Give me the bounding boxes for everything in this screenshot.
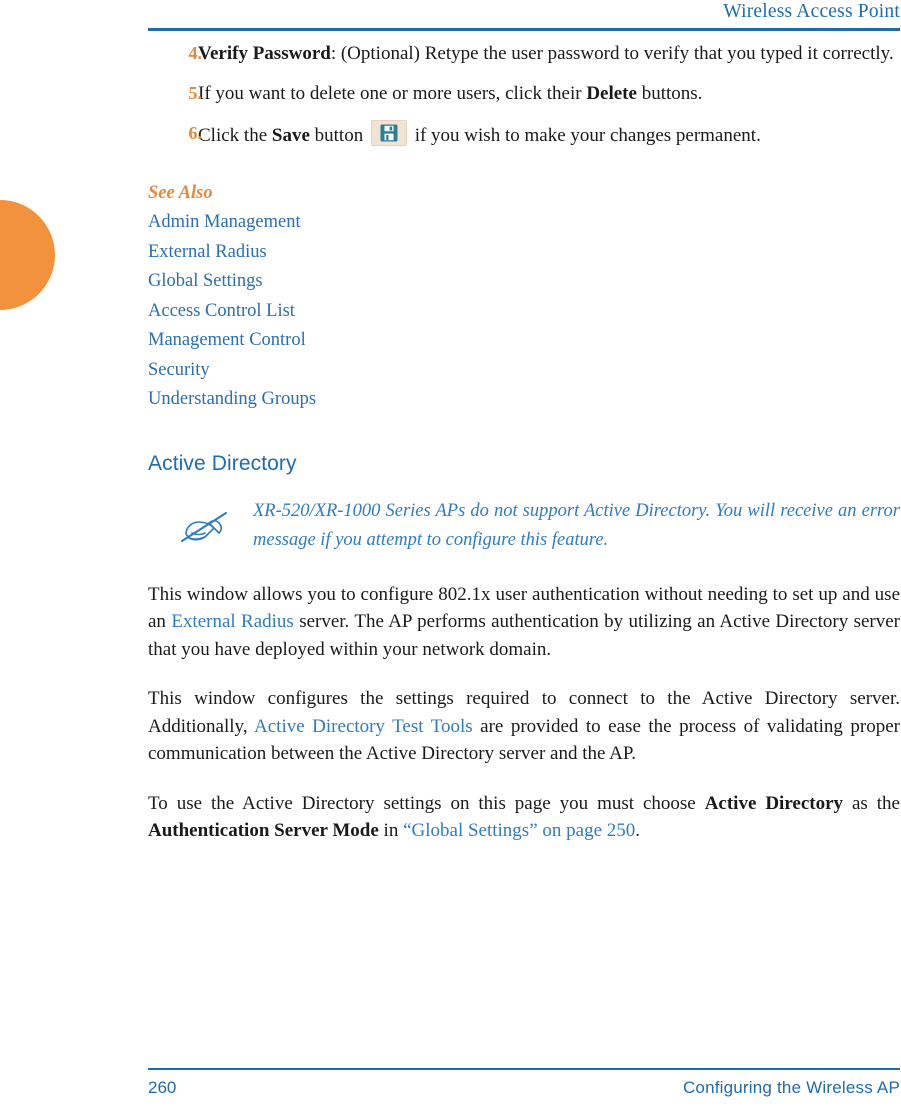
save-floppy-icon <box>370 120 407 146</box>
step-text: Verify Password: (Optional) Retype the u… <box>198 43 894 64</box>
see-also-link-list: Admin Management External Radius Global … <box>148 208 900 415</box>
step-number: 6. <box>188 123 203 143</box>
edge-thumb-tab <box>0 200 55 310</box>
see-also-link-external-radius[interactable]: External Radius <box>148 238 900 268</box>
inline-link-external-radius[interactable]: External Radius <box>171 611 294 632</box>
see-also-link-access-control-list[interactable]: Access Control List <box>148 297 900 327</box>
note-pen-crossed-out-icon <box>176 503 232 549</box>
step-text-after: if you wish to make your changes permane… <box>409 125 761 146</box>
paragraph-text: . <box>635 820 641 841</box>
footer-page-number: 260 <box>148 1078 177 1097</box>
inline-link-active-directory-test-tools[interactable]: Active Directory Test Tools <box>254 716 473 737</box>
see-also-link-security[interactable]: Security <box>148 356 900 386</box>
footer-section-title: Configuring the Wireless AP <box>682 1078 900 1097</box>
paragraph-test-tools: This window configures the settings requ… <box>148 685 900 768</box>
step-text: Click the Save button if you wish to mak… <box>198 120 761 146</box>
paragraph-auth-server-mode: To use the Active Directory settings on … <box>148 790 900 845</box>
note-callout: XR-520/XR-1000 Series APs do not support… <box>148 497 900 555</box>
step-text-before: If you want to delete one or more users,… <box>198 83 587 104</box>
paragraph-text: in <box>378 820 404 841</box>
running-header-title: Wireless Access Point <box>723 1 900 22</box>
procedure-step-list: 4. Verify Password: (Optional) Retype th… <box>148 40 900 149</box>
step-number: 4. <box>188 43 203 63</box>
section-heading-active-directory: Active Directory <box>148 451 297 475</box>
delete-button-term: Delete <box>586 83 637 104</box>
paragraph-overview: This window allows you to configure 802.… <box>148 581 900 664</box>
header-rule <box>148 28 900 31</box>
term-authentication-server-mode: Authentication Server Mode <box>148 820 379 841</box>
page-footer: 260 Configuring the Wireless AP <box>148 1068 900 1100</box>
see-also-link-management-control[interactable]: Management Control <box>148 326 900 356</box>
step-text-mid: button <box>309 125 368 146</box>
see-also-heading: See Also <box>148 183 213 203</box>
footer-rule <box>148 1068 900 1070</box>
step-lead-term: Verify Password <box>198 43 331 64</box>
see-also-block: See Also Admin Management External Radiu… <box>148 181 900 415</box>
list-item: 5. If you want to delete one or more use… <box>148 80 900 107</box>
note-text: XR-520/XR-1000 Series APs do not support… <box>253 500 900 550</box>
step-text-before: Click the <box>198 125 272 146</box>
page-header: Wireless Access Point <box>148 0 900 31</box>
see-also-link-global-settings[interactable]: Global Settings <box>148 267 900 297</box>
page-content: 4. Verify Password: (Optional) Retype th… <box>148 40 900 845</box>
step-body-text: : (Optional) Retype the user password to… <box>330 43 894 64</box>
step-text-after: buttons. <box>636 83 703 104</box>
list-item: 4. Verify Password: (Optional) Retype th… <box>148 40 900 67</box>
step-number: 5. <box>188 83 203 103</box>
step-text: If you want to delete one or more users,… <box>198 83 702 104</box>
paragraph-text: as the <box>843 792 900 814</box>
inline-link-global-settings-page-250[interactable]: “Global Settings” on page 250 <box>403 820 635 841</box>
see-also-link-admin-management[interactable]: Admin Management <box>148 208 900 238</box>
term-active-directory: Active Directory <box>704 792 844 814</box>
list-item: 6. Click the Save button if you wish to … <box>148 120 900 149</box>
save-button-term: Save <box>271 125 310 146</box>
see-also-link-understanding-groups[interactable]: Understanding Groups <box>148 385 900 415</box>
paragraph-text: To use the Active Directory settings on … <box>148 792 705 814</box>
footer-row: 260 Configuring the Wireless AP <box>148 1076 900 1100</box>
